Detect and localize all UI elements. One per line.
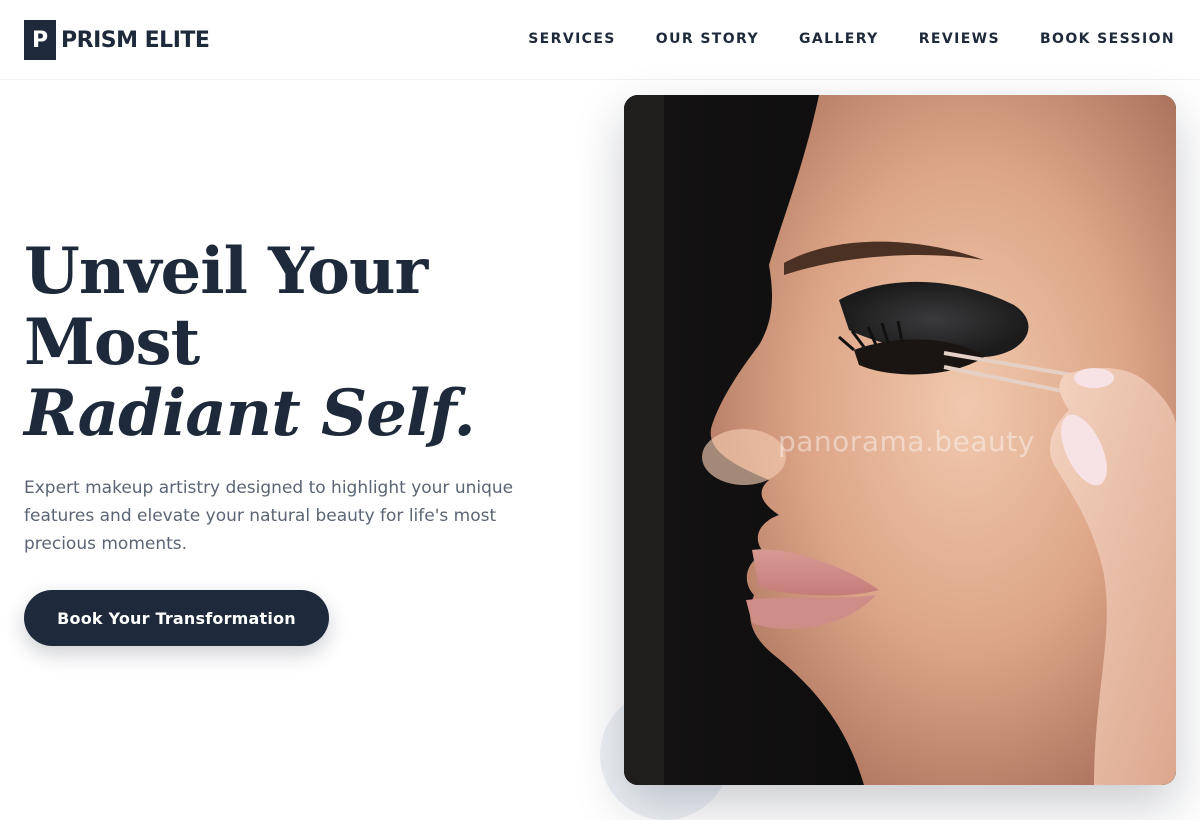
nav-link-reviews[interactable]: REVIEWS [919,28,1000,50]
logo-mark: P [24,20,56,60]
hero-title-line-2: Most [24,305,200,380]
brand-name: PRISM ELITE [61,27,210,53]
hero-title-line-3: Radiant Self. [24,376,476,451]
nav-link-book-session[interactable]: BOOK SESSION [1040,28,1175,50]
book-transformation-button[interactable]: Book Your Transformation [24,590,329,646]
hero-image: panorama.beauty [624,95,1176,785]
hero-title: Unveil Your Most Radiant Self. [24,236,584,449]
brand-logo[interactable]: P PRISM ELITE [24,20,210,60]
nav-link-services[interactable]: SERVICES [528,28,616,50]
nav-link-gallery[interactable]: GALLERY [799,28,879,50]
hero-title-line-1: Unveil Your [24,234,428,309]
site-header: P PRISM ELITE SERVICES OUR STORY GALLERY… [0,0,1200,80]
main-nav: SERVICES OUR STORY GALLERY REVIEWS BOOK … [528,28,1175,50]
nav-link-our-story[interactable]: OUR STORY [656,28,759,50]
hero-description: Expert makeup artistry designed to highl… [24,478,514,554]
image-watermark: panorama.beauty [778,425,1035,458]
